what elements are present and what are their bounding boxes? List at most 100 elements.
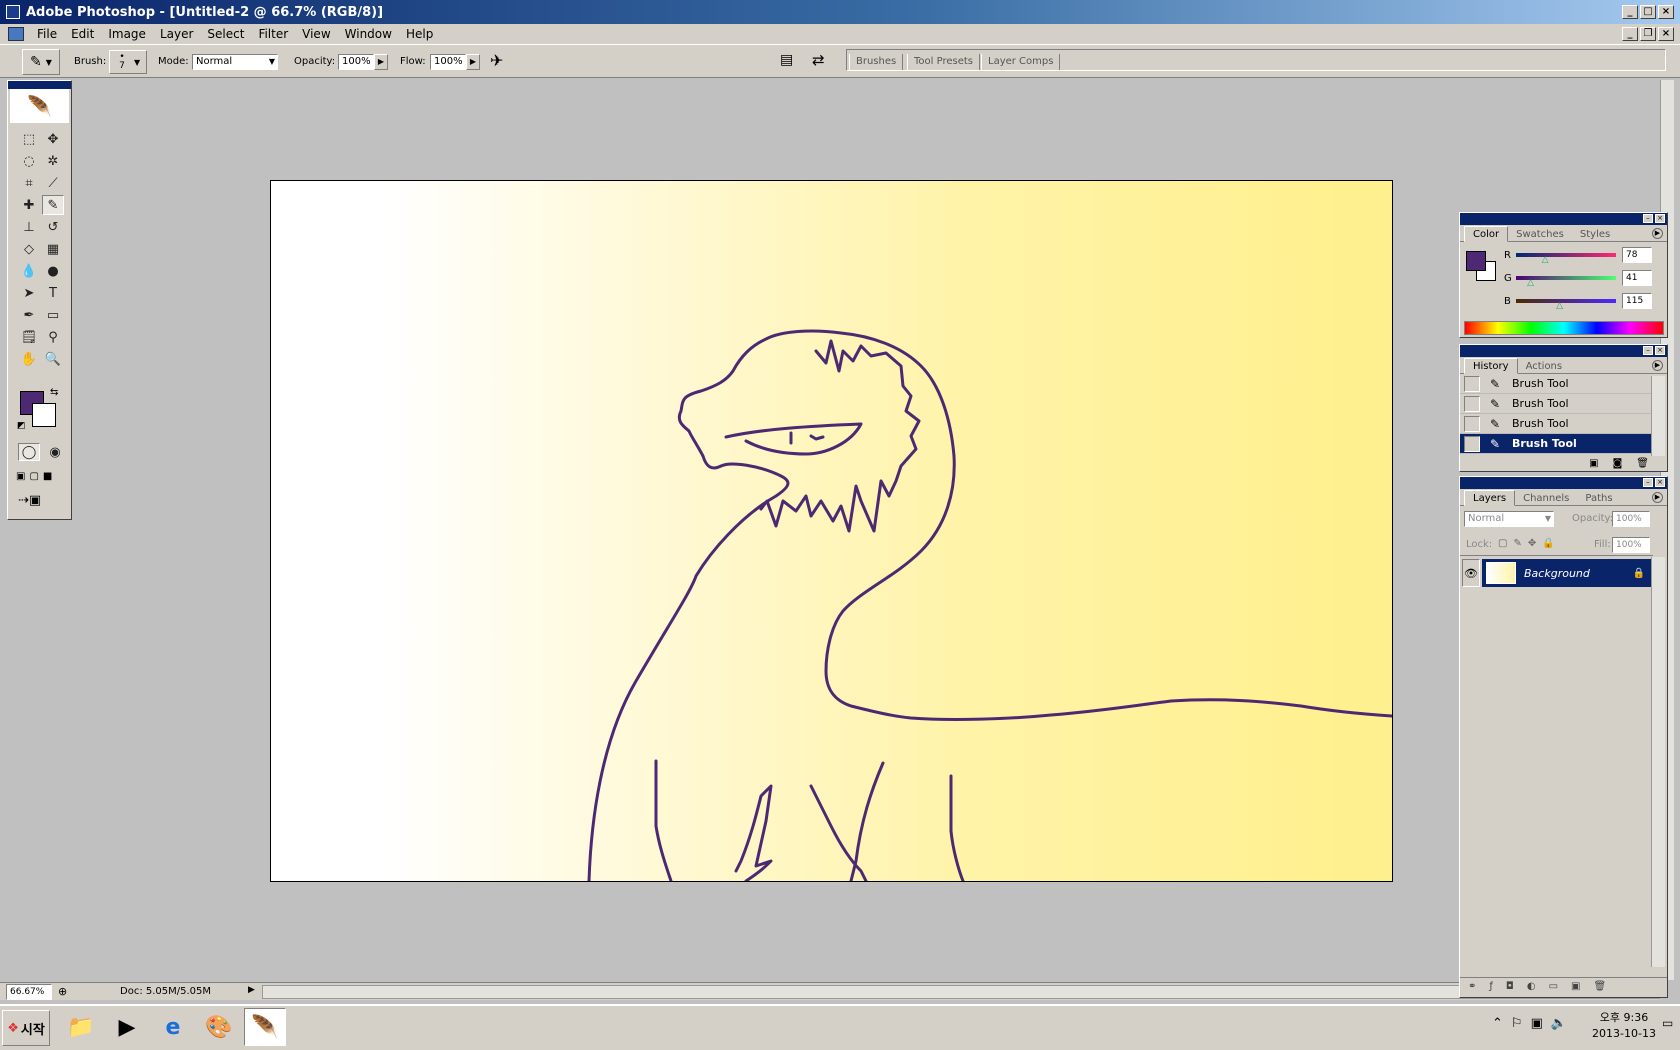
eye-icon[interactable]: 👁 (1462, 559, 1480, 587)
file-explorer-icon[interactable]: 📁 (60, 1008, 102, 1046)
file-browser-icon[interactable]: ▤ (780, 52, 793, 68)
path-selection-icon[interactable]: ➤ (18, 283, 40, 303)
action-center-flag-icon[interactable]: ⚐ (1511, 1016, 1523, 1031)
slider-thumb-icon[interactable]: △ (1542, 255, 1549, 265)
marquee-tool-icon[interactable]: ⬚ (18, 129, 40, 149)
new-group-icon[interactable]: ▭ (1549, 981, 1558, 994)
standard-mode-icon[interactable]: ◯ (18, 443, 40, 461)
zoom-icon[interactable]: ⊕ (58, 985, 67, 998)
screen-mode-full-menu-icon[interactable]: ▢ (29, 471, 38, 482)
opacity-slider-button[interactable]: ▶ (374, 54, 388, 70)
image-ready-icon[interactable]: ⇄ (812, 51, 825, 69)
panel-menu-icon[interactable]: ▶ (1652, 492, 1663, 503)
doc-restore-button[interactable]: ❐ (1640, 27, 1656, 41)
panel-close-button[interactable]: × (1655, 346, 1665, 355)
minimize-button[interactable]: _ (1622, 5, 1638, 19)
history-source-checkbox[interactable] (1464, 375, 1480, 392)
panel-minimize-button[interactable]: – (1643, 346, 1653, 355)
panel-close-button[interactable]: × (1655, 214, 1665, 223)
show-hidden-icons-icon[interactable]: ⌃ (1492, 1016, 1503, 1031)
delete-layer-icon[interactable]: 🗑 (1593, 981, 1606, 994)
flow-input[interactable]: 100% (430, 54, 466, 70)
maximize-button[interactable]: □ (1640, 5, 1656, 19)
zoom-level-field[interactable]: 66.67% (6, 984, 52, 1000)
start-button[interactable]: ❖ 시작 (2, 1010, 50, 1046)
brush-picker[interactable]: • 7 ▼ (109, 50, 147, 74)
tab-swatches[interactable]: Swatches (1508, 227, 1572, 241)
menu-window[interactable]: Window (338, 27, 399, 41)
tab-styles[interactable]: Styles (1572, 227, 1618, 241)
airbrush-icon[interactable]: ✈ (490, 51, 503, 70)
channel-slider-track[interactable] (1516, 299, 1616, 303)
slider-thumb-icon[interactable]: △ (1527, 278, 1534, 288)
mode-select[interactable]: Normal ▼ (192, 54, 278, 70)
flow-slider-button[interactable]: ▶ (466, 54, 480, 70)
dodge-tool-icon[interactable]: ● (42, 261, 64, 281)
screen-mode-full-icon[interactable]: ■ (43, 471, 52, 482)
background-color-swatch[interactable] (32, 403, 56, 427)
history-state[interactable]: ✎ Brush Tool (1460, 434, 1651, 454)
internet-explorer-icon[interactable]: e (152, 1008, 194, 1046)
eraser-tool-icon[interactable]: ◇ (18, 239, 40, 259)
opacity-input[interactable]: 100% (338, 54, 374, 70)
shape-tool-icon[interactable]: ▭ (42, 305, 64, 325)
delete-state-icon[interactable]: 🗑 (1636, 458, 1649, 469)
tab-layer-comps[interactable]: Layer Comps (981, 54, 1061, 70)
tab-color[interactable]: Color (1464, 226, 1509, 242)
magic-wand-icon[interactable]: ✲ (42, 151, 64, 171)
panel-minimize-button[interactable]: – (1643, 214, 1653, 223)
color-ramp[interactable] (1464, 321, 1664, 335)
history-scrollbar[interactable] (1651, 376, 1665, 456)
layer-row[interactable]: 👁 Background 🔒 (1462, 557, 1653, 589)
history-state[interactable]: ✎ Brush Tool (1460, 394, 1651, 414)
photoshop-taskbar-icon[interactable]: 🪶 (244, 1008, 286, 1046)
document-canvas[interactable] (270, 180, 1394, 883)
tab-layers[interactable]: Layers (1464, 490, 1516, 506)
menu-select[interactable]: Select (200, 27, 251, 41)
panel-minimize-button[interactable]: – (1643, 478, 1653, 487)
panel-menu-icon[interactable]: ▶ (1652, 360, 1663, 371)
menu-view[interactable]: View (295, 27, 337, 41)
history-source-checkbox[interactable] (1464, 415, 1480, 432)
adobe-feather-icon[interactable]: 🪶 (10, 89, 69, 123)
channel-value-input[interactable]: 41 (1622, 270, 1652, 286)
show-desktop-icon[interactable]: ▭ (1662, 1016, 1673, 1030)
notes-tool-icon[interactable]: 🗒 (18, 327, 40, 347)
layer-mask-icon[interactable]: ◘ (1506, 981, 1514, 994)
zoom-tool-icon[interactable]: 🔍 (42, 349, 64, 369)
clock[interactable]: 오후 9:36 2013-10-13 (1592, 1010, 1656, 1042)
media-player-icon[interactable]: ▶ (106, 1008, 148, 1046)
new-snapshot-icon[interactable]: ◙ (1613, 458, 1623, 469)
history-source-checkbox[interactable] (1464, 435, 1480, 452)
tab-tool-presets[interactable]: Tool Presets (907, 54, 980, 70)
type-tool-icon[interactable]: T (42, 283, 64, 303)
network-icon[interactable]: ▣ (1531, 1016, 1543, 1031)
doc-close-button[interactable]: × (1658, 27, 1674, 41)
fill-input[interactable]: 100% (1612, 537, 1650, 553)
photoshop-app-icon[interactable] (6, 5, 20, 19)
history-brush-icon[interactable]: ↺ (42, 217, 64, 237)
menu-image[interactable]: Image (101, 27, 153, 41)
blend-mode-select[interactable]: Normal ▼ (1464, 511, 1554, 527)
healing-brush-icon[interactable]: ✚ (18, 195, 40, 215)
lock-position-icon[interactable]: ✥ (1528, 538, 1536, 549)
screen-mode-standard-icon[interactable]: ▣ (16, 471, 25, 482)
channel-slider-track[interactable] (1516, 253, 1616, 257)
tab-paths[interactable]: Paths (1577, 491, 1620, 505)
slice-tool-icon[interactable]: ⟋ (42, 173, 64, 193)
crop-tool-icon[interactable]: ⌗ (18, 173, 40, 193)
canvas-horizontal-scrollbar[interactable] (262, 985, 1660, 999)
tab-history[interactable]: History (1464, 358, 1518, 374)
layer-opacity-input[interactable]: 100% (1612, 511, 1650, 527)
adjustment-layer-icon[interactable]: ◐ (1527, 981, 1536, 994)
layers-scrollbar[interactable] (1651, 557, 1665, 967)
panel-menu-icon[interactable]: ▶ (1652, 228, 1663, 239)
menu-help[interactable]: Help (399, 27, 440, 41)
history-state[interactable]: ✎ Brush Tool (1460, 414, 1651, 434)
link-layers-icon[interactable]: ⚭ (1468, 981, 1476, 994)
paint-icon[interactable]: 🎨 (198, 1008, 240, 1046)
default-colors-icon[interactable]: ◩ (17, 421, 26, 431)
tool-preset-picker[interactable]: ✎ ▼ (22, 49, 60, 75)
document-icon[interactable] (8, 27, 24, 41)
new-document-from-state-icon[interactable]: ▣ (1589, 458, 1598, 469)
